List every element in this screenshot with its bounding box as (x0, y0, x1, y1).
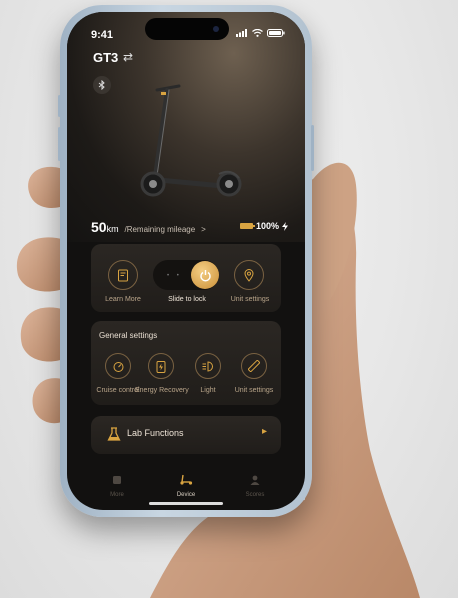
status-time: 9:41 (91, 29, 114, 41)
general-settings-title: General settings (99, 331, 158, 340)
energy-recovery-label: Energy Recovery (135, 387, 189, 394)
unit-settings-setting-button[interactable] (241, 353, 267, 379)
tab-scores[interactable]: Scores (235, 472, 275, 498)
tab-more-label: More (110, 492, 124, 498)
energy-recovery-icon (156, 360, 166, 373)
scooter-icon (180, 474, 193, 485)
energy-recovery-button[interactable] (148, 353, 174, 379)
book-icon (118, 269, 128, 281)
slider-dots: • • (167, 273, 182, 279)
lock-knob[interactable] (191, 261, 219, 289)
wifi-icon (252, 29, 263, 37)
location-pin-icon (244, 268, 254, 282)
app-screen: 9:41 GT3 ⇄ 50km /Remaining mileage > 100… (67, 12, 305, 510)
unit-settings-button[interactable] (234, 260, 264, 290)
learn-more-label: Learn More (105, 296, 141, 303)
battery-status-icon (267, 29, 285, 37)
tab-scores-label: Scores (245, 492, 265, 498)
device-model[interactable]: GT3 (93, 50, 118, 65)
scooter-image (140, 84, 242, 197)
volume-button (58, 127, 61, 161)
volume-button (58, 95, 61, 117)
battery-indicator: 100% (239, 221, 288, 231)
light-label: Light (200, 387, 216, 394)
chevron-right-icon: > (201, 225, 206, 234)
slide-to-lock-label: Slide to lock (168, 296, 206, 303)
bluetooth-icon[interactable] (93, 76, 111, 94)
battery-percent: 100% (255, 221, 279, 231)
light-button[interactable] (195, 353, 221, 379)
tab-more[interactable]: More (97, 472, 137, 498)
lab-functions-label: Lab Functions (127, 428, 184, 438)
cruise-control-button[interactable] (105, 353, 131, 379)
tab-device-label: Device (176, 492, 196, 498)
swap-icon[interactable]: ⇄ (123, 50, 133, 64)
phone: 9:41 GT3 ⇄ 50km /Remaining mileage > 100… (58, 5, 314, 517)
flask-icon (107, 427, 121, 441)
general-settings-card: General settings Cruise control Energy R… (91, 321, 281, 405)
home-indicator[interactable] (149, 502, 223, 505)
signal-icon (236, 29, 247, 37)
lab-functions-row[interactable]: Lab Functions ▸ (91, 416, 281, 454)
status-icons (236, 29, 285, 37)
remaining-mileage[interactable]: 50km /Remaining mileage > (91, 219, 206, 235)
controls-card: Learn More • • Slide to lock Unit settin… (91, 244, 281, 312)
unit-settings-label: Unit settings (230, 296, 270, 303)
power-button (311, 125, 314, 171)
camera-dot (213, 26, 219, 32)
chevron-right-icon: ▸ (261, 426, 267, 437)
mileage-unit: km (106, 224, 119, 234)
person-icon (250, 475, 260, 485)
unit-settings-setting-label: Unit settings (234, 387, 274, 394)
lightning-icon (282, 221, 288, 231)
power-icon (199, 269, 211, 281)
learn-more-button[interactable] (108, 260, 138, 290)
light-icon (202, 360, 213, 372)
slide-to-lock-slider[interactable]: • • (153, 260, 219, 290)
battery-icon (239, 223, 255, 229)
grid-icon (113, 476, 121, 484)
mileage-value: 50 (91, 219, 107, 235)
ruler-icon (248, 360, 260, 372)
cruise-control-icon (113, 361, 123, 372)
tab-device[interactable]: Device (166, 472, 206, 498)
mileage-label: /Remaining mileage (124, 225, 196, 234)
